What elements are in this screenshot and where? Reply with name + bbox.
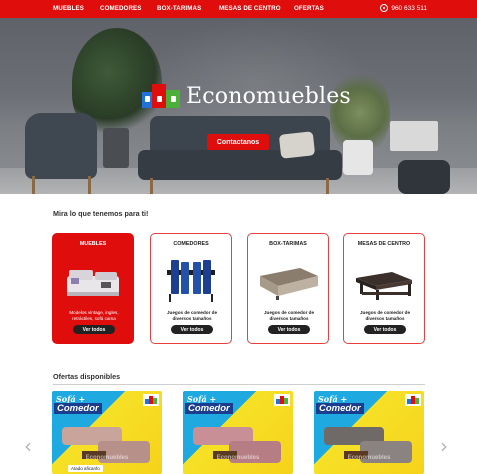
card-description: Juegos de comedor de diversos tamaños bbox=[166, 310, 218, 321]
offer-watermark: Economuebles bbox=[347, 455, 391, 461]
categories-title: Mira lo que tenemos para ti! bbox=[53, 209, 149, 218]
hero-ottoman bbox=[398, 160, 450, 194]
card-title: MUEBLES bbox=[79, 241, 107, 247]
sofa-image bbox=[67, 270, 119, 296]
offer-logo-icon bbox=[143, 394, 159, 406]
hero-pillow bbox=[278, 131, 316, 159]
see-all-button[interactable]: Ver todos bbox=[171, 325, 213, 334]
offer-main-text: Comedor bbox=[185, 403, 233, 414]
contact-button[interactable]: Contactanos bbox=[207, 134, 269, 150]
card-description: Juegos de comedor de diversos tamaños bbox=[359, 310, 411, 321]
offer-watermark: Economuebles bbox=[85, 455, 129, 461]
carousel-next-icon[interactable]: › bbox=[440, 436, 448, 456]
offer-badge: Atado aficanfo bbox=[68, 465, 103, 472]
category-card-box-tarimas[interactable]: BOX-TARIMAS Juegos de comedor de diverso… bbox=[247, 233, 329, 344]
offer-card-3[interactable]: Sofá + Comedor Economuebles bbox=[314, 391, 424, 474]
top-nav: MUEBLES COMEDORES BOX-TARIMAS MESAS DE C… bbox=[0, 0, 477, 18]
dining-set-image bbox=[167, 260, 215, 302]
phone-contact[interactable]: 960 633 511 bbox=[380, 4, 427, 12]
offer-card-2[interactable]: Sofá + Comedor Economuebles bbox=[183, 391, 293, 474]
card-title: BOX-TARIMAS bbox=[269, 241, 307, 247]
category-card-comedores[interactable]: COMEDORES Juegos de comedor de diversos … bbox=[150, 233, 232, 344]
see-all-button[interactable]: Ver todos bbox=[268, 325, 310, 334]
phone-number: 960 633 511 bbox=[391, 4, 427, 12]
hero-armchair bbox=[25, 113, 97, 179]
hero-banner: Economuebles Contactanos bbox=[0, 18, 477, 194]
nav-item-muebles[interactable]: MUEBLES bbox=[53, 5, 84, 12]
offer-logo-icon bbox=[274, 394, 290, 406]
brand-logo-icon bbox=[142, 82, 182, 110]
offers-divider bbox=[53, 384, 425, 385]
category-card-muebles[interactable]: MUEBLES Modelos vintage, ingles, retráct… bbox=[52, 233, 134, 344]
card-description: Juegos de comedor de diversos tamaños bbox=[263, 310, 315, 321]
nav-item-box-tarimas[interactable]: BOX-TARIMAS bbox=[157, 5, 201, 12]
see-all-button[interactable]: Ver todos bbox=[364, 325, 406, 334]
carousel-prev-icon[interactable]: ‹ bbox=[24, 436, 32, 456]
offer-watermark: Economuebles bbox=[216, 455, 260, 461]
nav-item-mesas-de-centro[interactable]: MESAS DE CENTRO bbox=[219, 5, 281, 12]
hero-plant-right-pot bbox=[343, 140, 373, 175]
see-all-button[interactable]: Ver todos bbox=[73, 325, 115, 334]
offer-main-text: Comedor bbox=[54, 403, 102, 414]
box-bed-image bbox=[260, 268, 318, 300]
offer-main-text: Comedor bbox=[316, 403, 364, 414]
hero-shelf bbox=[390, 121, 438, 151]
brand-name: Economuebles bbox=[186, 83, 351, 109]
coffee-table-image bbox=[356, 272, 412, 300]
nav-item-ofertas[interactable]: OFERTAS bbox=[294, 5, 324, 12]
offer-logo-icon bbox=[405, 394, 421, 406]
whatsapp-icon bbox=[380, 4, 389, 12]
card-description: Modelos vintage, ingles, retráctiles, so… bbox=[69, 310, 119, 321]
card-title: COMEDORES bbox=[173, 241, 209, 247]
brand-logo[interactable]: Economuebles bbox=[142, 82, 351, 110]
offer-script-text: Sofá + bbox=[318, 394, 348, 404]
offers-title: Ofertas disponibles bbox=[53, 372, 121, 381]
hero-plant-pot bbox=[103, 128, 129, 168]
category-card-mesas-de-centro[interactable]: MESAS DE CENTRO Juegos de comedor de div… bbox=[343, 233, 425, 344]
nav-item-comedores[interactable]: COMEDORES bbox=[100, 5, 141, 12]
offer-card-1[interactable]: Sofá + Comedor Economuebles Atado afican… bbox=[52, 391, 162, 474]
offer-script-text: Sofá + bbox=[56, 394, 86, 404]
offer-script-text: Sofá + bbox=[187, 394, 217, 404]
card-title: MESAS DE CENTRO bbox=[357, 241, 411, 247]
